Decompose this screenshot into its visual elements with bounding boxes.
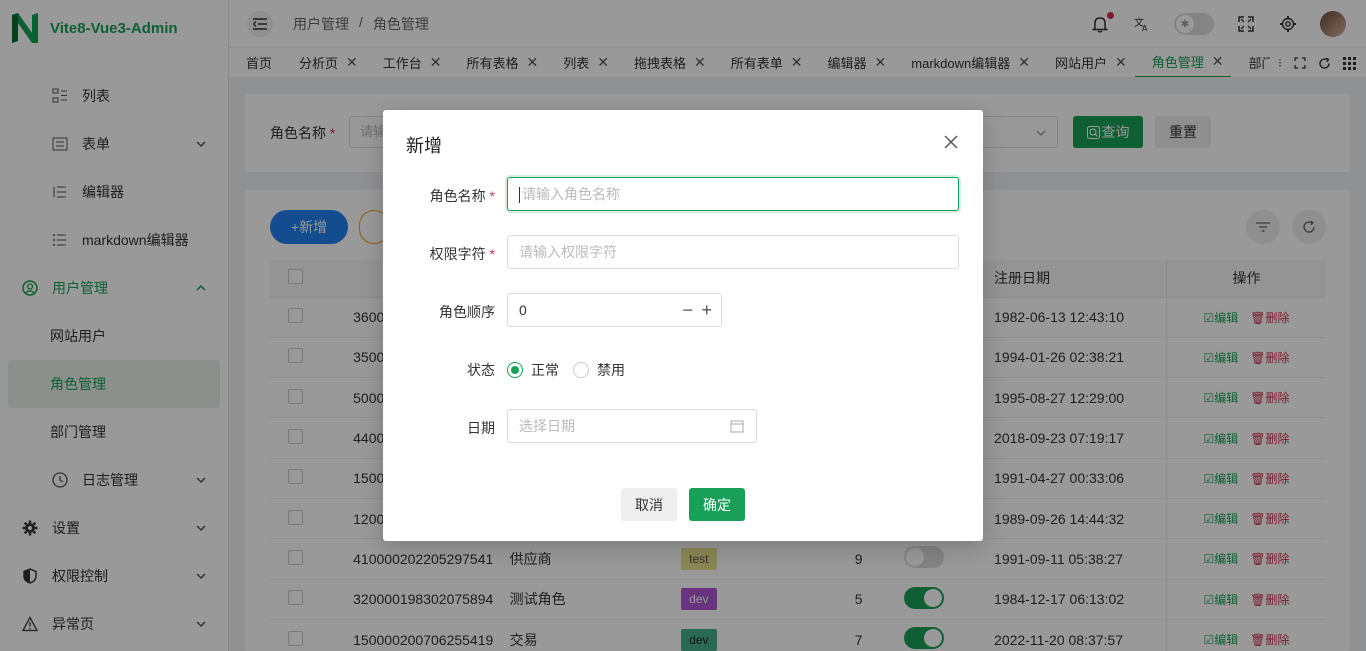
- permission-code-input[interactable]: 请输入权限字符: [507, 235, 959, 269]
- date-picker[interactable]: 选择日期: [507, 409, 757, 443]
- confirm-button[interactable]: 确定: [689, 488, 745, 521]
- add-role-dialog: 新增 角色名称 * 请输入角色名称 权限字符 * 请输入权限字符 角色顺序 0 …: [383, 110, 983, 541]
- plus-icon[interactable]: +: [701, 301, 712, 319]
- date-label: 日期: [467, 420, 495, 436]
- close-icon[interactable]: [943, 134, 959, 150]
- role-order-stepper[interactable]: 0 − +: [507, 293, 722, 327]
- status-radio-disabled[interactable]: [573, 362, 589, 378]
- status-radio-group: 正常 禁用: [507, 360, 625, 380]
- cancel-button-label: 取消: [635, 496, 663, 513]
- permission-code-label: 权限字符 *: [429, 246, 495, 262]
- radio-label[interactable]: 正常: [531, 360, 559, 380]
- status-label: 状态: [467, 362, 495, 378]
- role-name-placeholder: 请输入角色名称: [522, 186, 620, 202]
- role-order-label: 角色顺序: [439, 304, 495, 320]
- calendar-icon: [730, 420, 744, 433]
- role-name-label: 角色名称 *: [429, 188, 495, 204]
- dialog-title: 新增: [406, 136, 442, 156]
- status-radio-normal[interactable]: [507, 362, 523, 378]
- role-order-value: 0: [519, 302, 527, 318]
- minus-icon[interactable]: −: [682, 301, 693, 319]
- confirm-button-label: 确定: [703, 496, 731, 513]
- cancel-button[interactable]: 取消: [621, 488, 677, 521]
- role-name-input[interactable]: 请输入角色名称: [507, 177, 959, 211]
- date-placeholder: 选择日期: [519, 418, 575, 434]
- radio-label[interactable]: 禁用: [597, 360, 625, 380]
- permission-code-placeholder: 请输入权限字符: [519, 244, 617, 260]
